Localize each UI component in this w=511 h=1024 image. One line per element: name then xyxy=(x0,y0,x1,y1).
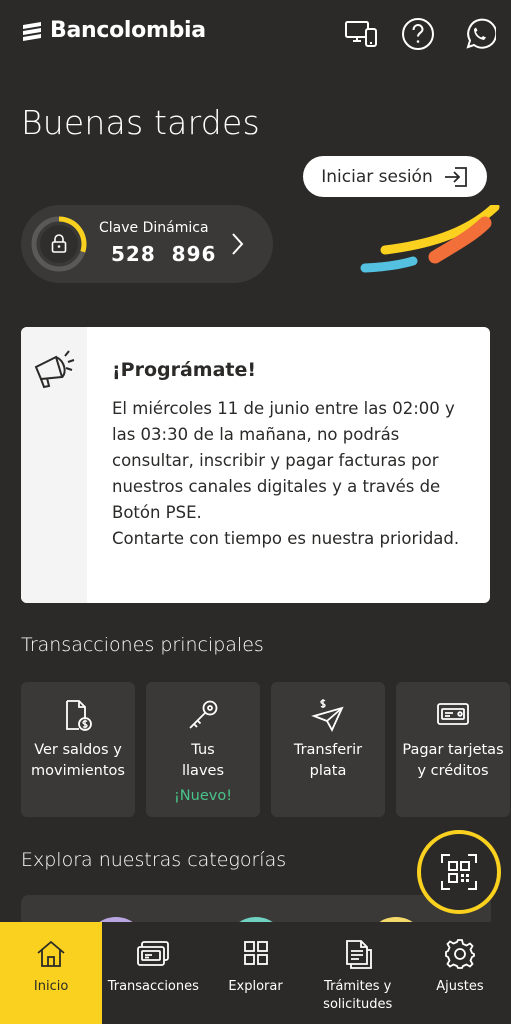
notice-body: El miércoles 11 de junio entre las 02:00… xyxy=(112,399,460,548)
nav-transacciones[interactable]: Transacciones xyxy=(102,922,204,1024)
bottom-navigation: Inicio Transacciones Explorar Trámites y… xyxy=(0,922,511,1024)
balance-document-icon xyxy=(66,700,92,731)
tile-tus-llaves[interactable]: Tus llaves ¡Nuevo! xyxy=(146,682,260,817)
dynamic-key-title: Clave Dinámica xyxy=(99,220,209,236)
nav-label: Transacciones xyxy=(107,979,199,994)
login-button[interactable]: Iniciar sesión xyxy=(303,156,487,197)
transfer-plane-icon xyxy=(311,699,344,732)
help-icon[interactable] xyxy=(400,16,436,52)
greeting-title: Buenas tardes xyxy=(21,103,260,142)
grid-icon xyxy=(243,941,268,965)
nav-label: Inicio xyxy=(33,979,69,994)
decorative-ribbon-graphic xyxy=(360,205,500,273)
nav-tramites[interactable]: Trámites y solicitudes xyxy=(307,922,409,1024)
tile-transferir-plata[interactable]: Transferir plata xyxy=(271,682,385,817)
nav-explorar[interactable]: Explorar xyxy=(204,922,306,1024)
sign-in-icon xyxy=(444,166,467,187)
tile-label: Ver saldos y movimientos xyxy=(31,742,125,779)
card-icon xyxy=(437,703,469,725)
dynamic-key-card[interactable]: Clave Dinámica 528 896 xyxy=(21,205,273,283)
tile-label: Tus llaves xyxy=(182,742,224,779)
nav-label: Ajustes xyxy=(436,979,484,994)
nav-label: Explorar xyxy=(228,979,283,994)
dynamic-key-code: 528 896 xyxy=(111,242,217,266)
transactions-section-title: Transacciones principales xyxy=(21,634,264,656)
devices-icon[interactable] xyxy=(343,16,379,52)
qr-code-icon xyxy=(441,854,477,890)
gear-icon xyxy=(445,939,475,969)
new-badge: ¡Nuevo! xyxy=(173,788,233,804)
nav-label: Trámites y solicitudes xyxy=(323,979,393,1012)
notice-icon-panel xyxy=(21,327,87,603)
brand-name: Bancolombia xyxy=(50,18,206,43)
transactions-carousel: Ver saldos y movimientos Tus llaves ¡Nue… xyxy=(21,682,511,817)
qr-scan-button[interactable] xyxy=(417,830,501,914)
dynamic-key-timer xyxy=(31,216,87,272)
nav-inicio[interactable]: Inicio xyxy=(0,922,103,1024)
nav-ajustes[interactable]: Ajustes xyxy=(409,922,511,1024)
home-icon xyxy=(37,940,65,967)
chevron-right-icon xyxy=(232,233,244,255)
tile-label: Transferir plata xyxy=(293,742,363,779)
notice-card: ¡Prográmate! El miércoles 11 de junio en… xyxy=(21,327,490,603)
login-button-label: Iniciar sesión xyxy=(321,166,433,187)
bancolombia-logo-icon xyxy=(23,21,41,41)
key-icon xyxy=(189,700,218,729)
transactions-icon xyxy=(137,941,170,966)
whatsapp-icon[interactable] xyxy=(461,16,497,52)
megaphone-icon xyxy=(34,350,75,389)
categories-section-title: Explora nuestras categorías xyxy=(21,849,287,871)
tile-ver-saldos[interactable]: Ver saldos y movimientos xyxy=(21,682,135,817)
tile-label: Pagar tarjetas y créditos xyxy=(402,742,504,779)
documents-icon xyxy=(345,940,372,969)
bancolombia-logo[interactable]: Bancolombia xyxy=(20,18,206,43)
notice-title: ¡Prográmate! xyxy=(112,359,257,381)
top-bar: Bancolombia xyxy=(0,0,511,70)
tile-pagar-tarjetas[interactable]: Pagar tarjetas y créditos xyxy=(396,682,510,817)
